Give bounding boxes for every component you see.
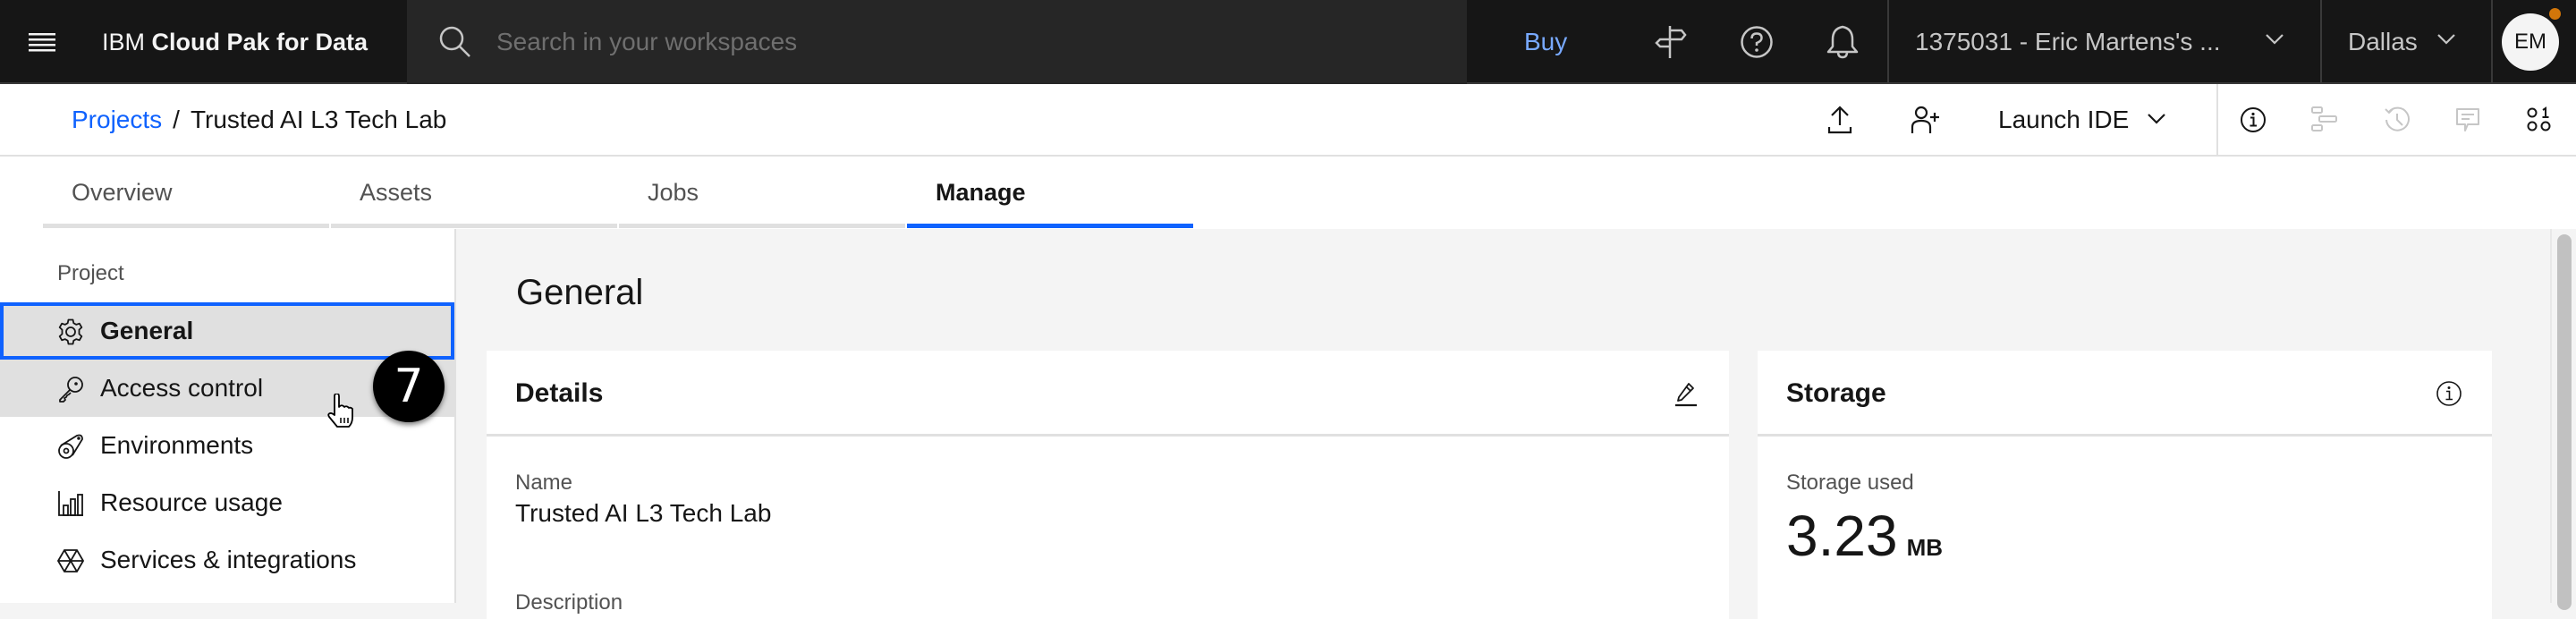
info-icon — [2240, 106, 2267, 133]
signpost-icon — [1655, 24, 1687, 60]
chevron-down-icon — [2147, 113, 2166, 125]
hand-cursor-icon — [326, 394, 356, 429]
storage-used-value: 3.23 MB — [1786, 503, 1943, 569]
search-bar[interactable] — [407, 0, 1467, 84]
notifications-button[interactable] — [1821, 21, 1864, 64]
buy-link[interactable]: Buy — [1524, 0, 1567, 84]
breadcrumb-projects-link[interactable]: Projects — [72, 106, 162, 133]
history-icon — [2384, 106, 2411, 133]
launch-ide-dropdown[interactable]: Launch IDE — [1986, 84, 2182, 156]
tab-label: Overview — [72, 179, 173, 206]
sidebar-item-general[interactable]: General — [0, 302, 454, 360]
info-icon — [2436, 380, 2462, 407]
chevron-down-icon — [2265, 33, 2284, 46]
tab-label: Manage — [936, 179, 1026, 206]
header-divider — [2491, 0, 2493, 84]
storage-card: Storage Storage used 3.23 MB — [1758, 351, 2492, 619]
sidebar-section-label: Project — [57, 261, 124, 285]
sidebar-item-label: Services & integrations — [100, 546, 357, 573]
user-avatar[interactable]: EM — [2502, 13, 2559, 71]
jobs-panel-button[interactable] — [2303, 98, 2346, 141]
details-card-header: Details — [487, 351, 1729, 437]
edit-details-button[interactable] — [1665, 372, 1707, 415]
tab-overview[interactable]: Overview — [43, 157, 329, 228]
upload-button[interactable] — [1818, 98, 1861, 141]
toolbar-divider — [2216, 84, 2218, 156]
account-switcher[interactable]: 1375031 - Eric Martens's ... — [1889, 0, 2320, 84]
search-input[interactable] — [496, 18, 1436, 66]
project-info-button[interactable] — [2232, 98, 2275, 141]
brand-name: Cloud Pak for Data — [151, 29, 369, 55]
main-scrollbar[interactable] — [2550, 229, 2576, 610]
region-switcher[interactable]: Dallas — [2322, 0, 2491, 84]
menu-button[interactable] — [20, 20, 64, 64]
details-card-title: Details — [515, 378, 604, 408]
chevron-down-icon — [2436, 33, 2456, 46]
help-button[interactable] — [1735, 21, 1778, 64]
storage-card-header: Storage — [1758, 351, 2492, 437]
storage-used-unit: MB — [1906, 534, 1943, 561]
bar-chart-icon — [57, 490, 84, 517]
settings-icon — [57, 318, 84, 345]
breadcrumb-current: Trusted AI L3 Tech Lab — [190, 106, 447, 133]
sidebar-item-environments[interactable]: Environments — [0, 417, 454, 474]
brand-prefix: IBM — [102, 29, 146, 55]
add-collaborator-button[interactable] — [1904, 98, 1947, 141]
product-name[interactable]: IBM Cloud Pak for Data — [102, 0, 368, 84]
breadcrumb: Projects / Trusted AI L3 Tech Lab — [72, 84, 446, 156]
notification-icon — [1826, 24, 1860, 60]
data-panel-button[interactable] — [2518, 98, 2561, 141]
services-icon — [57, 547, 84, 574]
name-field-value: Trusted AI L3 Tech Lab — [515, 499, 772, 527]
sidebar-item-resource-usage[interactable]: Resource usage — [0, 474, 454, 531]
account-label: 1375031 - Eric Martens's ... — [1915, 28, 2221, 55]
sidebar-item-services-integrations[interactable]: Services & integrations — [0, 531, 454, 589]
storage-info-button[interactable] — [2428, 372, 2470, 415]
launch-ide-label: Launch IDE — [1998, 106, 2130, 133]
top-header: IBM Cloud Pak for Data Buy 1375031 - Eri… — [0, 0, 2576, 84]
add-collaborator-icon — [1911, 106, 1941, 134]
history-button[interactable] — [2376, 98, 2419, 141]
project-header: Projects / Trusted AI L3 Tech Lab Launch I… — [0, 84, 2576, 157]
sidebar-item-label: Resource usage — [100, 488, 283, 516]
tab-label: Assets — [360, 179, 433, 206]
upload-icon — [1827, 106, 1852, 134]
tab-label: Jobs — [648, 179, 699, 206]
search-icon — [437, 24, 473, 60]
project-tabs: Overview Assets Jobs Manage — [0, 157, 2576, 229]
sidebar-item-label: Environments — [100, 431, 254, 459]
tab-manage[interactable]: Manage — [907, 157, 1193, 228]
data-binary-icon — [2526, 106, 2553, 133]
step-number-badge: 7 — [373, 351, 445, 422]
edit-icon — [1673, 380, 1699, 407]
jobs-gantt-icon — [2311, 106, 2338, 133]
menu-icon — [29, 31, 55, 53]
notification-dot — [2549, 8, 2561, 20]
tab-jobs[interactable]: Jobs — [619, 157, 905, 228]
description-field-label: Description — [515, 590, 623, 615]
tab-assets[interactable]: Assets — [331, 157, 617, 228]
environment-icon — [57, 433, 84, 460]
name-field-label: Name — [515, 471, 573, 495]
help-icon — [1740, 25, 1774, 59]
breadcrumb-separator: / — [173, 106, 180, 133]
key-icon — [57, 376, 84, 403]
details-card: Details Name Trusted AI L3 Tech Lab Desc… — [487, 351, 1729, 619]
scrollbar-thumb[interactable] — [2557, 234, 2572, 610]
storage-used-number: 3.23 — [1786, 504, 1898, 568]
region-label: Dallas — [2348, 28, 2418, 55]
whats-new-button[interactable] — [1649, 21, 1692, 64]
storage-card-title: Storage — [1786, 378, 1886, 408]
sidebar-item-label: General — [100, 317, 194, 344]
comment-icon — [2454, 106, 2481, 133]
storage-used-label: Storage used — [1786, 471, 1914, 495]
sidebar-item-label: Access control — [100, 374, 264, 402]
page-title: General — [516, 273, 644, 312]
comments-button[interactable] — [2446, 98, 2489, 141]
